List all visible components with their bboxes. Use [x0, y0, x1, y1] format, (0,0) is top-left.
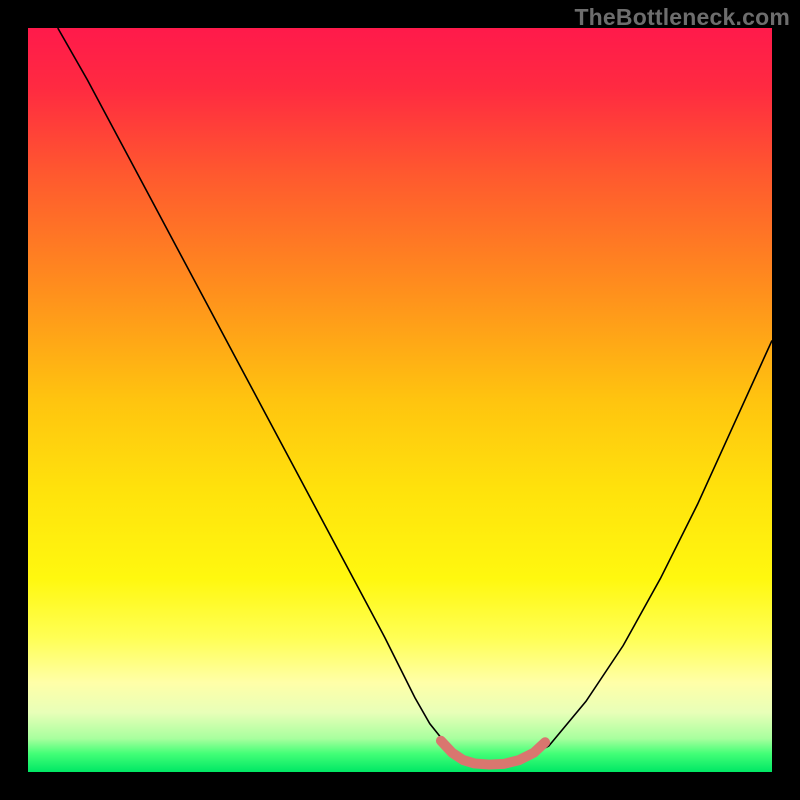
chart-svg [28, 28, 772, 772]
watermark-text: TheBottleneck.com [574, 4, 790, 31]
plot-area [28, 28, 772, 772]
gradient-background [28, 28, 772, 772]
chart-frame: TheBottleneck.com [0, 0, 800, 800]
